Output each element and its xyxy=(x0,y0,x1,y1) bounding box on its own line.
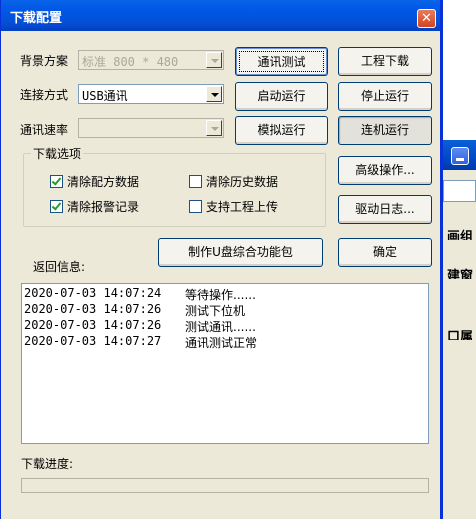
comm-test-label: 通讯测试 xyxy=(239,51,324,72)
background-window-titlebar xyxy=(443,140,476,170)
start-run-button[interactable]: 启动运行 xyxy=(235,82,328,111)
chevron-down-icon[interactable] xyxy=(206,52,222,68)
driver-log-button[interactable]: 驱动日志... xyxy=(338,195,432,224)
chevron-down-icon[interactable] xyxy=(206,120,222,136)
return-info-label: 返回信息: xyxy=(33,260,86,274)
dialog-titlebar[interactable]: 下载配置 ✕ xyxy=(1,0,440,31)
baud-rate-select[interactable] xyxy=(78,118,224,138)
download-progress-bar xyxy=(21,478,429,493)
dialog-title: 下载配置 xyxy=(10,11,63,26)
log-message: 等待操作...... xyxy=(185,288,256,302)
background-window-field xyxy=(443,180,476,202)
clear-recipe-label: 清除配方数据 xyxy=(67,175,140,189)
stop-run-button[interactable]: 停止运行 xyxy=(338,82,432,111)
chevron-down-icon[interactable] xyxy=(206,86,222,102)
clear-history-checkbox[interactable] xyxy=(189,175,202,188)
support-upload-checkbox[interactable] xyxy=(189,200,202,213)
background-window-text-3: 口属 xyxy=(447,330,474,340)
log-time: 2020-07-03 14:07:27 xyxy=(24,334,162,348)
log-time: 2020-07-03 14:07:26 xyxy=(24,302,162,316)
background-window: 画组 建窗 口属 xyxy=(443,140,476,519)
background-scheme-label: 背景方案 xyxy=(20,54,69,68)
log-time: 2020-07-03 14:07:26 xyxy=(24,318,162,332)
log-time: 2020-07-03 14:07:24 xyxy=(24,286,162,300)
support-upload-label: 支持工程上传 xyxy=(206,200,279,214)
background-window-text-1: 画组 xyxy=(447,230,474,240)
log-message: 通讯测试正常 xyxy=(185,336,258,350)
minimize-icon[interactable] xyxy=(451,147,469,165)
clear-history-label: 清除历史数据 xyxy=(206,175,279,189)
background-scheme-value: 标准 800 * 480 xyxy=(82,55,179,69)
log-message: 测试下位机 xyxy=(185,304,246,318)
advanced-operations-button[interactable]: 高级操作... xyxy=(338,156,432,185)
sim-run-button[interactable]: 模拟运行 xyxy=(235,116,328,145)
clear-recipe-checkbox[interactable] xyxy=(50,175,63,188)
background-scheme-select[interactable]: 标准 800 * 480 xyxy=(78,50,224,70)
clear-alarm-label: 清除报警记录 xyxy=(67,200,140,214)
return-info-list[interactable]: 2020-07-03 14:07:24 等待操作...... 2020-07-0… xyxy=(21,283,429,444)
make-usb-package-button[interactable]: 制作U盘综合功能包 xyxy=(158,238,323,267)
connection-method-value: USB通讯 xyxy=(82,89,128,103)
download-config-dialog: 下载配置 ✕ 背景方案 标准 800 * 480 连接方式 USB通讯 通讯速率… xyxy=(0,0,443,519)
log-message: 测试通讯...... xyxy=(185,320,256,334)
connection-method-select[interactable]: USB通讯 xyxy=(78,84,224,104)
project-download-button[interactable]: 工程下载 xyxy=(338,47,432,76)
download-options-title: 下载选项 xyxy=(31,145,84,162)
download-progress-label: 下载进度: xyxy=(21,457,74,471)
ok-button[interactable]: 确定 xyxy=(338,238,432,267)
clear-alarm-checkbox[interactable] xyxy=(50,200,63,213)
close-button[interactable]: ✕ xyxy=(417,9,436,28)
online-run-button[interactable]: 连机运行 xyxy=(338,116,432,145)
baud-rate-label: 通讯速率 xyxy=(20,123,69,137)
background-window-text-2: 建窗 xyxy=(447,269,474,279)
comm-test-button[interactable]: 通讯测试 xyxy=(235,47,328,76)
download-options-group: 下载选项 清除配方数据 清除历史数据 清除报警记录 支持工程上传 xyxy=(23,145,326,227)
close-icon: ✕ xyxy=(421,11,432,26)
connection-method-label: 连接方式 xyxy=(20,88,69,102)
